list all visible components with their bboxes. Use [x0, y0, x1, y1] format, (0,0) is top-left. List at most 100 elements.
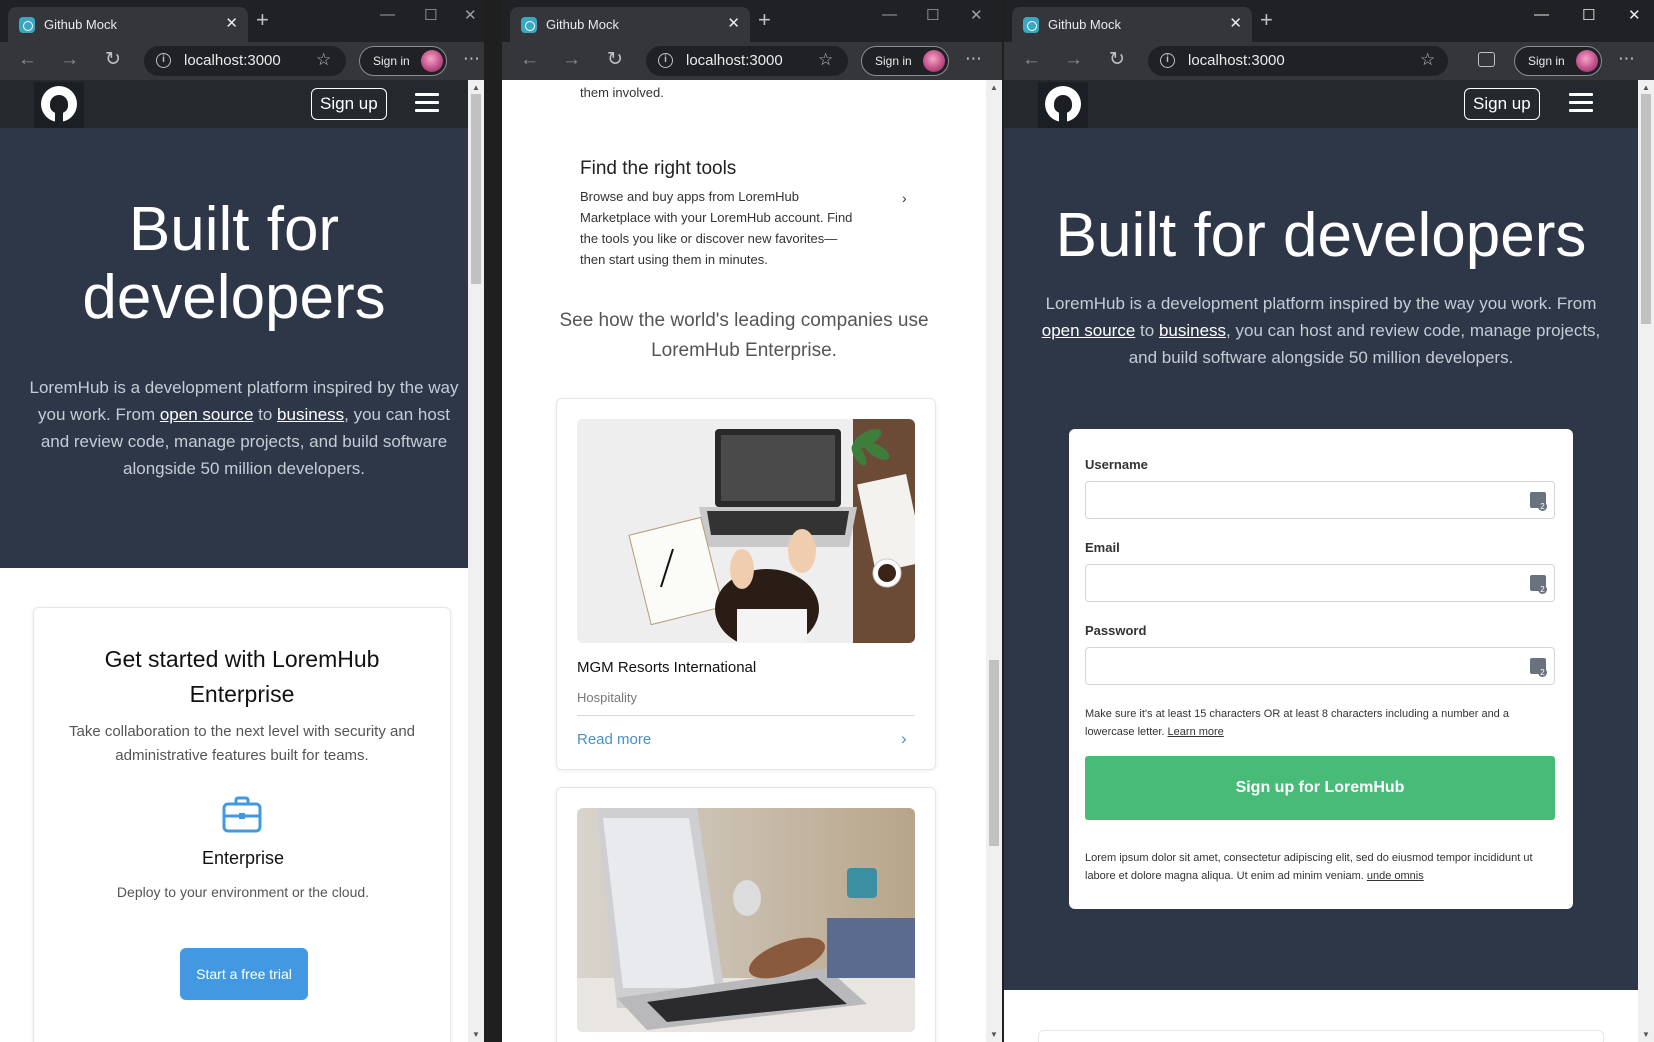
- close-window-icon[interactable]: ✕: [464, 6, 477, 24]
- browser-window-left: Github Mock ✕ + — ☐ ✕ ← → ↻ i localhost:…: [0, 0, 484, 1042]
- bookmark-star-icon[interactable]: ☆: [1420, 50, 1435, 70]
- divider: [577, 715, 915, 716]
- close-tab-icon[interactable]: ✕: [727, 14, 740, 32]
- username-input[interactable]: [1085, 481, 1555, 519]
- minimize-icon[interactable]: —: [1534, 6, 1549, 23]
- password-input[interactable]: [1085, 647, 1555, 685]
- menu-dots-icon[interactable]: ⋯: [1618, 49, 1636, 69]
- signup-submit-button[interactable]: Sign up for LoremHub: [1085, 756, 1555, 820]
- email-label: Email: [1085, 540, 1120, 555]
- maximize-icon[interactable]: ☐: [926, 6, 939, 24]
- info-icon[interactable]: i: [658, 53, 673, 68]
- company-category: Hospitality: [577, 690, 637, 705]
- open-source-link[interactable]: open source: [1042, 321, 1136, 340]
- forward-icon[interactable]: →: [1064, 49, 1083, 71]
- read-more-chevron-icon[interactable]: ›: [901, 729, 907, 749]
- email-input[interactable]: [1085, 564, 1555, 602]
- avatar: [1576, 50, 1598, 72]
- new-tab-icon[interactable]: +: [256, 9, 269, 31]
- new-tab-icon[interactable]: +: [1260, 9, 1273, 31]
- maximize-icon[interactable]: ☐: [1582, 6, 1595, 24]
- learn-more-link[interactable]: Learn more: [1168, 726, 1224, 738]
- enterprise-feature-title: Enterprise: [201, 848, 285, 868]
- reload-icon[interactable]: ↻: [607, 49, 623, 71]
- back-icon[interactable]: ←: [1022, 49, 1041, 71]
- browser-tab[interactable]: Github Mock ✕: [8, 7, 248, 42]
- tools-title: Find the right tools: [580, 158, 737, 179]
- tab-bar: Github Mock ✕ + — ☐ ✕: [1004, 0, 1654, 42]
- password-manager-icon[interactable]: [1530, 575, 1547, 594]
- tab-bar: Github Mock ✕ + — ☐ ✕: [0, 0, 484, 42]
- business-link[interactable]: business: [1159, 321, 1226, 340]
- start-free-trial-button[interactable]: Start a free trial: [180, 948, 308, 1000]
- hero-title-line2: developers: [82, 263, 386, 332]
- menu-dots-icon[interactable]: ⋯: [463, 49, 481, 69]
- profile-signin-button[interactable]: Sign in: [861, 46, 949, 76]
- browser-tab[interactable]: Github Mock ✕: [1012, 7, 1252, 42]
- close-tab-icon[interactable]: ✕: [225, 14, 238, 32]
- reload-icon[interactable]: ↻: [1109, 49, 1125, 71]
- tools-chevron-right-icon[interactable]: ›: [902, 190, 907, 206]
- address-bar[interactable]: i localhost:3000 ☆: [1148, 46, 1448, 76]
- read-more-link[interactable]: Read more: [577, 731, 651, 748]
- close-tab-icon[interactable]: ✕: [1229, 14, 1242, 32]
- password-manager-icon[interactable]: [1530, 492, 1547, 511]
- github-logo-icon[interactable]: [34, 82, 84, 128]
- enterprise-card-subtitle: Take collaboration to the next level wit…: [68, 723, 416, 764]
- business-link[interactable]: business: [277, 405, 344, 424]
- close-window-icon[interactable]: ✕: [1628, 6, 1641, 24]
- tab-bar: Github Mock ✕ + — ☐ ✕: [502, 0, 1002, 42]
- address-bar[interactable]: i localhost:3000 ☆: [144, 46, 346, 76]
- enterprise-card: Get started with LoremHub Enterprise Tak…: [33, 607, 451, 1042]
- hero-title: Built for developers: [1055, 201, 1587, 270]
- scrollbar[interactable]: ▲ ▼: [1638, 80, 1654, 1042]
- close-window-icon[interactable]: ✕: [970, 6, 983, 24]
- scrollbar[interactable]: ▲ ▼: [986, 80, 1002, 1042]
- companies-heading: See how the world's leading companies us…: [559, 310, 929, 361]
- tab-title: Github Mock: [44, 17, 117, 32]
- profile-signin-button[interactable]: Sign in: [1514, 46, 1602, 76]
- react-favicon-icon: [521, 17, 537, 33]
- forward-icon[interactable]: →: [562, 49, 581, 71]
- avatar: [923, 50, 945, 72]
- site-header: Sign up: [1004, 80, 1638, 128]
- password-label: Password: [1085, 623, 1147, 638]
- tools-text: Browse and buy apps from LoremHub Market…: [580, 189, 853, 267]
- new-tab-icon[interactable]: +: [758, 9, 771, 31]
- info-icon[interactable]: i: [1160, 53, 1175, 68]
- header-signup-button[interactable]: Sign up: [311, 88, 387, 120]
- minimize-icon[interactable]: —: [882, 6, 897, 23]
- browser-tab[interactable]: Github Mock ✕: [510, 7, 750, 42]
- page-viewport: Sign up Built for developers LoremHub is…: [1004, 80, 1638, 1042]
- password-manager-icon[interactable]: [1530, 658, 1547, 677]
- maximize-icon[interactable]: ☐: [424, 6, 437, 24]
- github-logo-icon[interactable]: [1038, 82, 1088, 128]
- company-card: MGM Resorts International Hospitality Re…: [556, 398, 936, 770]
- tab-title: Github Mock: [1048, 17, 1121, 32]
- reload-icon[interactable]: ↻: [105, 49, 121, 71]
- back-icon[interactable]: ←: [18, 49, 37, 71]
- next-card-edge: [1038, 1030, 1604, 1042]
- url-text: localhost:3000: [1188, 52, 1285, 69]
- toolbar: ← → ↻ i localhost:3000 ☆ Sign in ⋯: [1004, 42, 1654, 80]
- profile-signin-button[interactable]: Sign in: [359, 46, 447, 76]
- forward-icon[interactable]: →: [60, 49, 79, 71]
- collections-icon[interactable]: [1478, 52, 1495, 67]
- involved-text: them involved.: [580, 85, 664, 100]
- react-favicon-icon: [1023, 17, 1039, 33]
- info-icon[interactable]: i: [156, 53, 171, 68]
- hamburger-menu-icon[interactable]: [1569, 93, 1593, 113]
- menu-dots-icon[interactable]: ⋯: [965, 49, 983, 69]
- minimize-icon[interactable]: —: [380, 6, 395, 23]
- bookmark-star-icon[interactable]: ☆: [316, 50, 331, 70]
- address-bar[interactable]: i localhost:3000 ☆: [646, 46, 848, 76]
- scrollbar[interactable]: ▲ ▼: [468, 80, 484, 1042]
- open-source-link[interactable]: open source: [160, 405, 254, 424]
- username-label: Username: [1085, 457, 1148, 472]
- hamburger-menu-icon[interactable]: [415, 93, 439, 113]
- back-icon[interactable]: ←: [520, 49, 539, 71]
- bookmark-star-icon[interactable]: ☆: [818, 50, 833, 70]
- header-signup-button[interactable]: Sign up: [1464, 88, 1540, 120]
- unde-omnis-link[interactable]: unde omnis: [1367, 870, 1424, 882]
- url-text: localhost:3000: [686, 52, 783, 69]
